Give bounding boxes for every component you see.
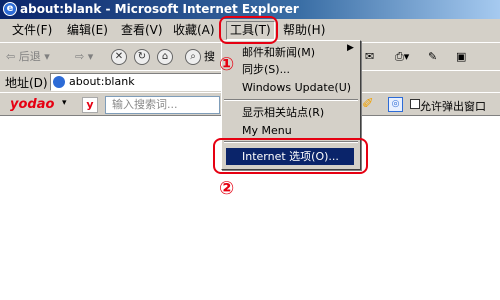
menu-file[interactable]: 文件(F)	[12, 22, 52, 39]
ie-icon: e	[3, 2, 17, 16]
print-icon[interactable]: ⎙▾	[395, 48, 409, 66]
dd-related-sites[interactable]: 显示相关站点(R)	[222, 104, 360, 121]
dd-sync[interactable]: 同步(S)...	[222, 61, 360, 78]
dd-windows-update[interactable]: Windows Update(U)	[222, 79, 360, 96]
back-label: 后退	[18, 50, 41, 63]
popup-label[interactable]: 允许弹出窗口	[420, 98, 486, 114]
dd-mail-news-label: 邮件和新闻(M)	[242, 46, 316, 59]
chevron-down-icon[interactable]: ▾	[62, 98, 67, 108]
stop-icon[interactable]: ✕	[111, 49, 127, 65]
highlight-internet-options	[213, 138, 368, 174]
dictionary-icon[interactable]: ◎	[388, 97, 403, 112]
edit-icon[interactable]: ✎	[428, 48, 437, 66]
refresh-icon[interactable]: ↻	[134, 49, 150, 65]
menu-separator	[224, 99, 358, 101]
forward-arrow-icon: ⇨	[75, 50, 85, 63]
forward-button[interactable]: ⇨ ▾	[75, 48, 93, 66]
search-label[interactable]: 搜	[204, 48, 215, 66]
chevron-down-icon: ▾	[87, 50, 94, 63]
mail-icon[interactable]: ✉	[365, 48, 374, 66]
submenu-arrow-icon: ▶	[347, 43, 354, 53]
highlight-icon[interactable]: ✐	[362, 96, 374, 112]
step-2-marker: ②	[219, 178, 235, 199]
menu-edit[interactable]: 编辑(E)	[67, 22, 108, 39]
menu-help[interactable]: 帮助(H)	[283, 22, 325, 39]
back-button[interactable]: ⇦ 后退 ▾	[6, 48, 50, 66]
step-1-marker: ①	[219, 54, 235, 75]
home-icon[interactable]: ⌂	[157, 49, 173, 65]
address-input[interactable]: about:blank	[50, 73, 230, 91]
menu-view[interactable]: 查看(V)	[121, 22, 163, 39]
highlight-tools-menu	[219, 16, 278, 44]
menu-favorites[interactable]: 收藏(A)	[173, 22, 215, 39]
search-icon[interactable]: ⌕	[185, 49, 201, 65]
chevron-down-icon: ▾	[44, 50, 50, 63]
yodao-y-icon[interactable]: y	[82, 97, 98, 113]
window-title: about:blank - Microsoft Internet Explore…	[20, 2, 299, 16]
address-label: 地址(D)	[5, 76, 48, 90]
dd-my-menu[interactable]: My Menu	[222, 122, 360, 139]
yodao-search-input[interactable]: 输入搜索词...	[105, 96, 220, 114]
page-icon	[53, 76, 65, 88]
popup-window-icon	[410, 99, 420, 109]
discuss-icon[interactable]: ▣	[456, 48, 466, 66]
yodao-logo[interactable]: yodao	[10, 97, 54, 112]
dd-mail-news[interactable]: 邮件和新闻(M)	[222, 44, 360, 61]
back-arrow-icon: ⇦	[6, 50, 16, 63]
